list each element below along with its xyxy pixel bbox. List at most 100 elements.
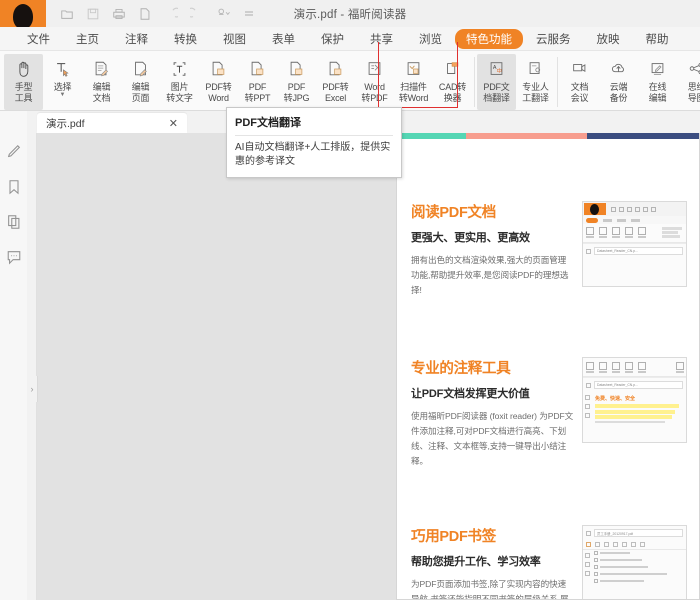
ribbon-word-to-pdf[interactable]: Word 转PDF bbox=[355, 54, 394, 110]
pdf-to-ppt-icon bbox=[246, 57, 270, 80]
menu-item-protect[interactable]: 保护 bbox=[308, 29, 357, 49]
ribbon-online-edit[interactable]: 在线 编辑 bbox=[638, 54, 677, 110]
ribbon-pdf-to-jpg[interactable]: PDF 转JPG bbox=[277, 54, 316, 110]
mini-menubar bbox=[583, 216, 686, 224]
page-section-annotation: 专业的注释工具 让PDF文档发挥更大价值 使用福昕PDF阅读器 (foxit r… bbox=[397, 357, 699, 469]
document-meeting-icon bbox=[568, 57, 592, 80]
sidebar-expand-button[interactable]: › bbox=[27, 376, 38, 402]
ribbon-edit-document[interactable]: 编辑 文档 bbox=[82, 54, 121, 110]
menu-item-share[interactable]: 共享 bbox=[357, 29, 406, 49]
mini-tab-label: 员工手册_20120917.pdf bbox=[597, 531, 634, 536]
menu-item-convert[interactable]: 转换 bbox=[161, 29, 210, 49]
mini-page-heading: 免费、快速、安全 bbox=[595, 396, 636, 402]
ribbon-pdf-to-excel[interactable]: PDF转 Excel bbox=[316, 54, 355, 110]
ribbon-label: PDF 转PPT bbox=[244, 82, 271, 103]
pdf-translate-icon: A中 bbox=[485, 57, 509, 80]
mini-sidebar bbox=[583, 392, 591, 428]
cad-converter-icon bbox=[441, 57, 465, 80]
menu-item-slideshow[interactable]: 放映 bbox=[584, 29, 633, 49]
section-body: 为PDF页面添加书签,除了实现内容的快速导航,书签还能指明不同书签的层级关系,展… bbox=[411, 579, 569, 600]
mini-pen-icon bbox=[586, 382, 591, 388]
pdf-to-excel-icon bbox=[324, 57, 348, 80]
chevron-down-icon[interactable]: ▼ bbox=[60, 92, 66, 98]
annotation-pen-icon[interactable] bbox=[5, 143, 23, 161]
menu-item-comment[interactable]: 注释 bbox=[112, 29, 161, 49]
menu-item-form[interactable]: 表单 bbox=[259, 29, 308, 49]
section-text: 专业的注释工具 让PDF文档发挥更大价值 使用福昕PDF阅读器 (foxit r… bbox=[411, 357, 574, 469]
mini-tab-label: Datasheet_Reader_CN.p... bbox=[597, 249, 638, 253]
title-bar: 演示.pdf - 福昕阅读器 bbox=[0, 0, 700, 29]
ribbon-pdf-to-ppt[interactable]: PDF 转PPT bbox=[238, 54, 277, 110]
quick-access-toolbar bbox=[58, 5, 257, 22]
comments-icon[interactable] bbox=[5, 248, 23, 266]
ribbon-pdf-translate[interactable]: A中 PDF文 档翻译 bbox=[477, 54, 516, 110]
ribbon-separator bbox=[474, 57, 475, 107]
ribbon-image-to-text[interactable]: 图片 转文字 bbox=[160, 54, 199, 110]
pdf-page: 阅读PDF文档 更强大、更实用、更高效 拥有出色的文档渲染效果,强大的页面管理功… bbox=[396, 133, 700, 600]
page-section-bookmark: 巧用PDF书签 帮助您提升工作、学习效率 为PDF页面添加书签,除了实现内容的快… bbox=[397, 525, 699, 600]
ribbon-edit-page[interactable]: 编辑 页面 bbox=[121, 54, 160, 110]
ribbon-cad-converter[interactable]: CAD转 换器 bbox=[433, 54, 472, 110]
menu-item-view[interactable]: 视图 bbox=[210, 29, 259, 49]
menu-item-cloud[interactable]: 云服务 bbox=[523, 29, 584, 49]
mini-document-tab: Datasheet_Reader_CN.p... bbox=[594, 381, 683, 389]
human-translate-icon bbox=[524, 57, 548, 80]
mini-bookmark-list bbox=[591, 550, 686, 585]
ribbon-label: 扫描件 转Word bbox=[398, 82, 429, 103]
ribbon-select-text[interactable]: 选择 ▼ bbox=[43, 54, 82, 110]
page-section-read-pdf: 阅读PDF文档 更强大、更实用、更高效 拥有出色的文档渲染效果,强大的页面管理功… bbox=[397, 201, 699, 298]
foxit-reader-window: 演示.pdf - 福昕阅读器 文件 主页 注释 转换 视图 表单 保护 共享 浏… bbox=[0, 0, 700, 600]
mini-titlebar bbox=[583, 202, 686, 216]
new-file-icon[interactable] bbox=[136, 5, 153, 22]
open-icon[interactable] bbox=[58, 5, 75, 22]
pdf-to-word-icon bbox=[207, 57, 231, 80]
navigation-panel-divider bbox=[27, 133, 37, 600]
ribbon-label: 专业人 工翻译 bbox=[522, 82, 549, 103]
bookmark-icon[interactable] bbox=[5, 178, 23, 196]
mini-active-tab bbox=[586, 217, 598, 223]
tooltip-title: PDF文档翻译 bbox=[235, 117, 301, 129]
menu-item-help[interactable]: 帮助 bbox=[633, 29, 682, 49]
ribbon-pdf-to-word[interactable]: PDF转 Word bbox=[199, 54, 238, 110]
mini-bookmark-item bbox=[594, 572, 683, 576]
undo-icon[interactable] bbox=[162, 5, 179, 22]
document-tab[interactable]: 演示.pdf ✕ bbox=[37, 113, 187, 133]
word-to-pdf-icon bbox=[363, 57, 387, 80]
page-content: 阅读PDF文档 更强大、更实用、更高效 拥有出色的文档渲染效果,强大的页面管理功… bbox=[397, 139, 699, 600]
ribbon-label: Word 转PDF bbox=[361, 82, 388, 103]
ribbon-hand-tool[interactable]: 手型 工具 bbox=[4, 54, 43, 110]
menu-item-featured[interactable]: 特色功能 bbox=[455, 28, 523, 49]
mini-bookmark-item bbox=[594, 551, 683, 555]
document-canvas: › 阅读PDF文档 更强大、更实用、更高效 拥有出色的文档渲染效果,强大的页面管… bbox=[27, 133, 700, 600]
ribbon-label: 选择 bbox=[53, 82, 72, 92]
workspace: 演示.pdf ✕ › 阅读PDF文档 更强大、更实用、更高效 拥有出色的文档渲染… bbox=[0, 111, 700, 600]
app-logo[interactable] bbox=[0, 0, 46, 29]
customize-toolbar-icon[interactable] bbox=[240, 5, 257, 22]
section-heading: 巧用PDF书签 bbox=[411, 529, 496, 545]
tooltip-body: AI自动文档翻译+人工排版，提供实惠的参考译文 bbox=[235, 142, 391, 167]
menu-item-browse[interactable]: 浏览 bbox=[406, 29, 455, 49]
mini-tab-row: Datasheet_Reader_CN.p... bbox=[583, 377, 686, 392]
redo-icon[interactable] bbox=[188, 5, 205, 22]
mini-ribbon bbox=[583, 224, 686, 243]
mini-bookmark-item bbox=[594, 565, 683, 569]
ribbon-label: PDF转 Excel bbox=[322, 82, 349, 103]
cloud-backup-icon bbox=[607, 57, 631, 80]
ribbon-scan-to-word[interactable]: 扫描件 转Word bbox=[394, 54, 433, 110]
menu-item-home[interactable]: 主页 bbox=[63, 29, 112, 49]
ribbon-label: PDF转 Word bbox=[205, 82, 232, 103]
mini-tab-row: Datasheet_Reader_CN.p... bbox=[583, 243, 686, 258]
ribbon-document-meeting[interactable]: 文档 会议 bbox=[560, 54, 599, 110]
page-thumbnails-icon[interactable] bbox=[5, 213, 23, 231]
section-screenshot-bookmarks: 员工手册_20120917.pdf bbox=[582, 525, 687, 599]
touch-mode-icon[interactable] bbox=[214, 5, 231, 22]
select-text-icon bbox=[51, 57, 75, 80]
print-icon[interactable] bbox=[110, 5, 127, 22]
ribbon-cloud-backup[interactable]: 云端 备份 bbox=[599, 54, 638, 110]
save-icon[interactable] bbox=[84, 5, 101, 22]
menu-item-file[interactable]: 文件 bbox=[14, 29, 63, 49]
close-icon[interactable]: ✕ bbox=[166, 117, 181, 130]
ribbon-mind-map[interactable]: 思维 导图 bbox=[677, 54, 700, 110]
section-text: 阅读PDF文档 更强大、更实用、更高效 拥有出色的文档渲染效果,强大的页面管理功… bbox=[411, 201, 574, 298]
ribbon-human-translate[interactable]: 专业人 工翻译 bbox=[516, 54, 555, 110]
